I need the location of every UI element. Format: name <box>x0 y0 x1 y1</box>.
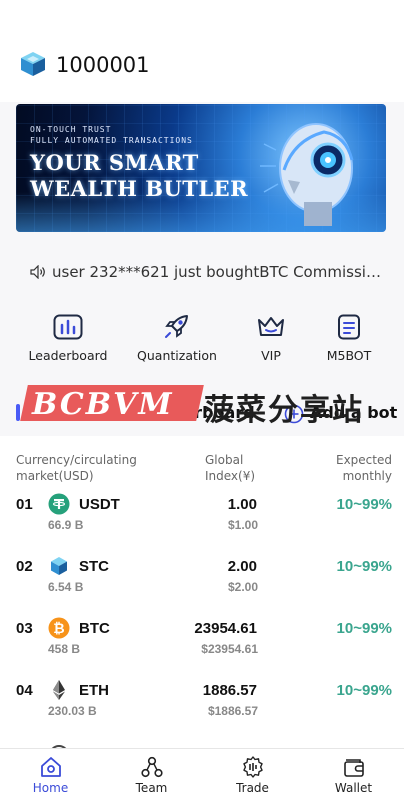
column-header-index-line1: Global <box>205 453 244 467</box>
row-price-usd: $23954.61 <box>201 642 258 656</box>
leaderboard-title: Quantitative leaderboard <box>26 403 255 422</box>
column-header-expected-line1: Expected <box>336 453 392 467</box>
quick-item-m5bot-label: M5BOT <box>326 348 372 363</box>
svg-text:₿: ₿ <box>53 621 64 637</box>
tab-home[interactable]: Home <box>0 749 101 802</box>
speaker-icon <box>30 265 45 279</box>
row-price-usd: $2.00 <box>227 580 258 594</box>
row-price: 1.00 <box>227 496 257 513</box>
trade-icon <box>242 756 263 778</box>
row-market-cap: 66.9 B <box>48 518 84 532</box>
row-symbol: ETH <box>79 682 109 699</box>
row-price: 1886.57 <box>202 682 257 699</box>
row-price-usd: $1.00 <box>227 518 258 532</box>
banner-headline: YOUR SMART WEALTH BUTLER <box>30 150 248 202</box>
banner-kicker-line1: ON-TOUCH TRUST <box>30 125 112 134</box>
quick-item-quantization[interactable]: Quantization <box>132 308 222 363</box>
banner-kicker: ON-TOUCH TRUST FULLY AUTOMATED TRANSACTI… <box>30 124 193 146</box>
row-price: 2.00 <box>227 558 257 575</box>
row-expected-return: 10~99% <box>336 496 392 513</box>
tab-home-label: Home <box>32 781 69 795</box>
notice-text: user 232***621 just boughtBTC Commission… <box>52 263 382 281</box>
table-row[interactable]: 02 STC 6.54 B 2.00 $2.00 10~99% <box>0 557 404 620</box>
row-rank: 02 <box>16 558 33 575</box>
robot-head-illustration <box>260 123 354 226</box>
row-symbol: BTC <box>79 620 110 637</box>
row-market-cap: 458 B <box>48 642 81 656</box>
tab-wallet-label: Wallet <box>334 781 373 795</box>
row-price: 23954.61 <box>194 620 257 637</box>
row-expected-return: 10~99% <box>336 620 392 637</box>
tab-wallet[interactable]: Wallet <box>303 749 404 802</box>
top-header: 1000001 <box>0 0 404 102</box>
row-expected-return: 10~99% <box>336 558 392 575</box>
section-accent-bar <box>16 404 20 421</box>
column-header-expected: Expected monthly <box>336 452 392 484</box>
wallet-icon <box>343 759 364 777</box>
row-market-cap: 230.03 B <box>48 704 97 718</box>
add-bot-label: Add a bot <box>310 403 398 422</box>
tab-team[interactable]: Team <box>101 749 202 802</box>
quick-item-vip[interactable]: VIP <box>226 308 316 363</box>
promo-banner[interactable]: ON-TOUCH TRUST FULLY AUTOMATED TRANSACTI… <box>16 104 386 232</box>
banner-headline-line1: YOUR SMART <box>30 150 199 175</box>
tab-trade-label: Trade <box>236 781 269 795</box>
column-header-currency-line1: Currency/circulating <box>16 453 137 467</box>
crown-icon <box>258 317 284 336</box>
column-header-currency-line2: market(USD) <box>16 469 94 483</box>
ethereum-icon <box>53 680 65 700</box>
quick-item-leaderboard[interactable]: Leaderboard <box>23 308 113 363</box>
banner-headline-line2: WEALTH BUTLER <box>30 176 249 201</box>
column-header-currency: Currency/circulating market(USD) <box>16 452 137 484</box>
banner-kicker-line2: FULLY AUTOMATED TRANSACTIONS <box>30 136 193 145</box>
table-row[interactable]: 01 USDT 66.9 B 1.00 $1.00 10~99% <box>0 493 404 558</box>
column-header-index-line2: Index(¥) <box>205 469 256 483</box>
row-rank: 01 <box>16 496 33 513</box>
row-expected-return: 10~99% <box>336 682 392 699</box>
row-symbol: STC <box>79 558 109 575</box>
column-header-index: Global Index(¥) <box>205 452 255 484</box>
bottom-tab-bar: Home Team Trade Wallet <box>0 748 404 802</box>
home-icon <box>40 757 61 777</box>
bitcoin-icon: ₿ <box>48 617 70 639</box>
app-root: 1000001 ON-TOUCH TRUST FULLY AUTOMATED T… <box>0 0 404 802</box>
cube-logo-icon <box>21 52 45 76</box>
row-price-usd: $1886.57 <box>207 704 258 718</box>
account-id: 1000001 <box>56 53 150 77</box>
quick-menu: Leaderboard Quantization VIP M5BOT <box>0 308 404 376</box>
column-header-expected-line2: monthly <box>342 469 392 483</box>
row-symbol: USDT <box>79 496 120 513</box>
tab-team-label: Team <box>135 781 168 795</box>
quick-item-m5bot[interactable]: M5BOT <box>304 308 394 363</box>
add-circle-icon <box>284 404 304 424</box>
cube-coin-icon <box>51 557 67 575</box>
quick-item-leaderboard-label: Leaderboard <box>28 348 108 363</box>
tether-icon <box>48 493 70 515</box>
document-icon <box>338 314 360 340</box>
rocket-icon <box>165 315 188 338</box>
bar-chart-icon <box>53 314 83 340</box>
table-row[interactable]: 03 ₿ BTC 458 B 23954.61 $23954.61 10~99% <box>0 617 404 682</box>
quick-item-vip-label: VIP <box>261 348 281 363</box>
team-icon <box>140 756 163 778</box>
quick-item-quantization-label: Quantization <box>137 348 217 363</box>
row-rank: 03 <box>16 620 33 637</box>
tab-trade[interactable]: Trade <box>202 749 303 802</box>
row-rank: 04 <box>16 682 33 699</box>
row-market-cap: 6.54 B <box>48 580 84 594</box>
leaderboard-table: Currency/circulating market(USD) Global … <box>0 436 404 752</box>
table-row[interactable]: 04 ETH 230.03 B 1886.57 $1886.57 10~99% <box>0 680 404 744</box>
